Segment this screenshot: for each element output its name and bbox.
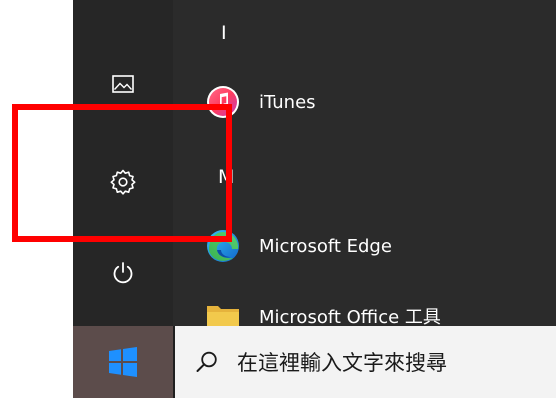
pictures-icon[interactable] — [105, 66, 141, 102]
app-item-microsoft-edge[interactable]: Microsoft Edge — [201, 224, 392, 268]
app-item-itunes[interactable]: iTunes — [201, 80, 316, 124]
app-item-microsoft-office-tools[interactable]: Microsoft Office 工具 — [201, 294, 441, 326]
screenshot-stage: I iTunes M Microsoft Edge Microsoft Offi… — [0, 0, 556, 398]
search-icon — [189, 344, 225, 380]
app-label-microsoft-edge: Microsoft Edge — [259, 235, 392, 257]
search-placeholder: 在這裡輸入文字來搜尋 — [237, 351, 447, 375]
letter-header-i[interactable]: I — [221, 24, 227, 43]
letter-header-m[interactable]: M — [218, 168, 234, 187]
windows-logo-icon — [109, 347, 137, 377]
settings-icon[interactable] — [105, 164, 141, 200]
start-menu: I iTunes M Microsoft Edge Microsoft Offi… — [73, 0, 556, 326]
app-label-microsoft-office-tools: Microsoft Office 工具 — [259, 307, 441, 326]
taskbar-search-box[interactable]: 在這裡輸入文字來搜尋 — [175, 326, 556, 398]
power-icon[interactable] — [105, 255, 141, 291]
edge-icon — [201, 224, 245, 268]
start-button[interactable] — [73, 326, 173, 398]
app-label-itunes: iTunes — [259, 91, 316, 113]
itunes-icon — [201, 80, 245, 124]
taskbar: 在這裡輸入文字來搜尋 — [73, 326, 556, 398]
start-menu-rail — [73, 0, 173, 326]
folder-icon — [201, 294, 245, 326]
